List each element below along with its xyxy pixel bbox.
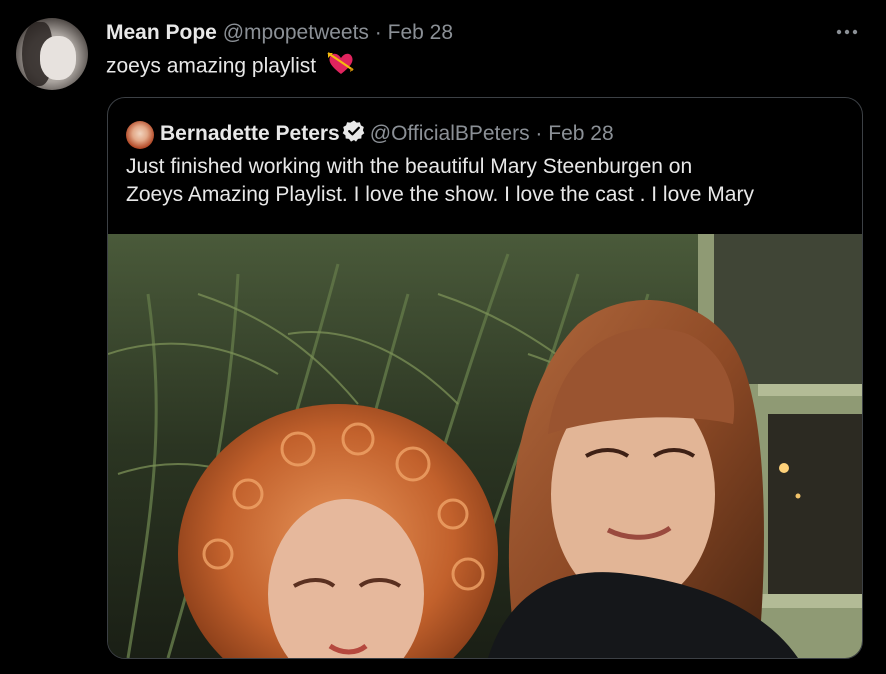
quoted-tweet-header: Bernadette Peters @OfficialBPeters · Feb…	[126, 119, 614, 150]
quoted-author-name[interactable]: Bernadette Peters	[160, 122, 340, 145]
tweet[interactable]: Mean Pope @mpopetweets · Feb 28 zoeys am…	[0, 0, 886, 674]
quoted-text-line-2: Zoeys Amazing Playlist. I love the show.…	[126, 183, 754, 206]
verified-badge-icon	[342, 119, 366, 150]
avatar-face	[40, 36, 76, 80]
quoted-author-handle[interactable]: @OfficialBPeters	[370, 122, 530, 145]
quoted-text-line-1: Just finished working with the beautiful…	[126, 155, 693, 178]
tweet-text-content: zoeys amazing playlist	[106, 54, 317, 78]
quoted-tweet-date[interactable]: Feb 28	[548, 122, 613, 145]
tweet-text: zoeys amazing playlist	[106, 50, 356, 84]
avatar[interactable]	[16, 18, 88, 90]
quoted-tweet[interactable]: Bernadette Peters @OfficialBPeters · Feb…	[107, 97, 863, 659]
author-name[interactable]: Mean Pope	[106, 21, 217, 44]
photo-illustration	[108, 234, 862, 658]
heart-with-arrow-icon	[326, 50, 356, 84]
quoted-photo[interactable]	[108, 234, 862, 658]
quoted-tweet-text: Just finished working with the beautiful…	[126, 153, 856, 209]
quoted-avatar[interactable]	[126, 120, 154, 149]
quoted-separator-dot: ·	[535, 122, 543, 146]
author-handle[interactable]: @mpopetweets	[223, 21, 369, 44]
tweet-date[interactable]: Feb 28	[388, 21, 453, 44]
more-horizontal-icon[interactable]	[834, 22, 864, 42]
separator-dot: ·	[374, 21, 382, 44]
tweet-header: Mean Pope @mpopetweets · Feb 28	[106, 20, 453, 46]
